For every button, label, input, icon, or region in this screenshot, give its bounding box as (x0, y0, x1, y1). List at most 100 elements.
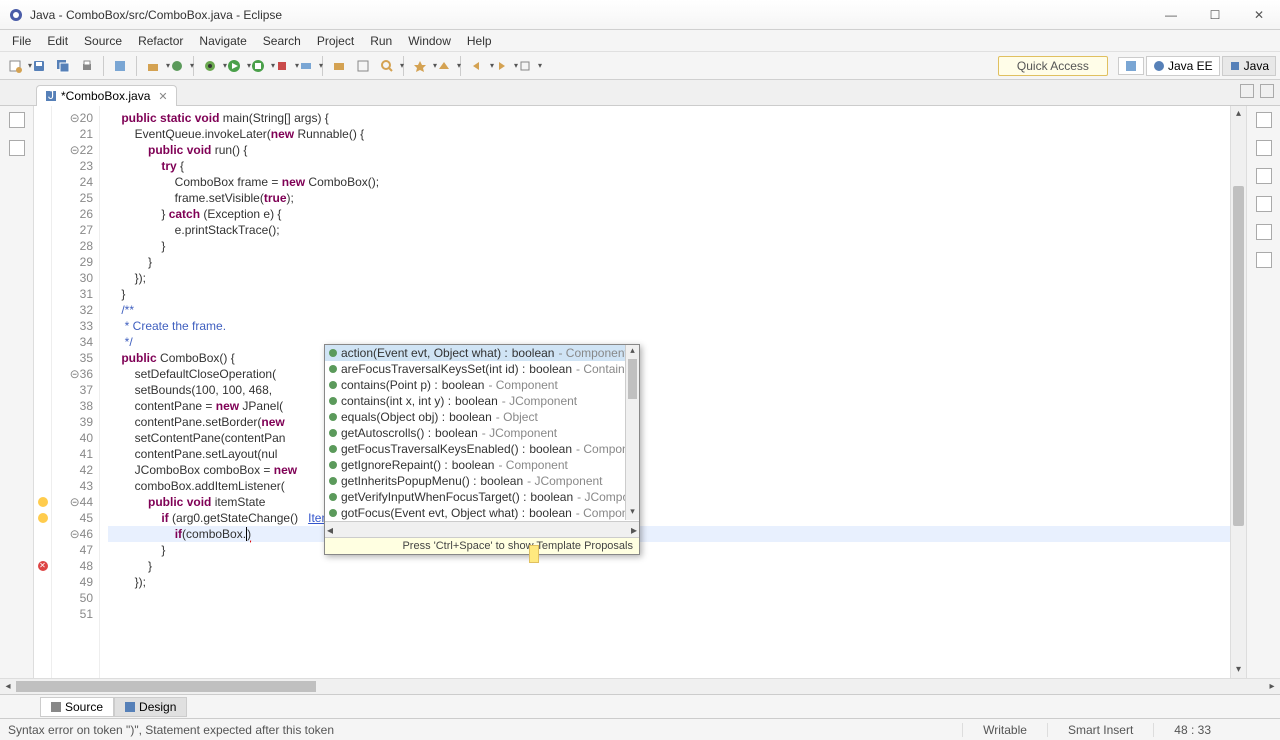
proposal-list[interactable]: action(Event evt, Object what) : boolean… (325, 345, 639, 521)
proposal-item[interactable]: gotFocus(Event evt, Object what) : boole… (325, 505, 639, 521)
menu-refactor[interactable]: Refactor (130, 32, 191, 50)
new-package-button[interactable]: ▾ (142, 55, 164, 77)
line-numbers: ⊝2021⊝2223242526272829303132333435⊝36373… (52, 106, 100, 678)
open-type-button[interactable] (328, 55, 350, 77)
proposal-item[interactable]: contains(Point p) : boolean - Component (325, 377, 639, 393)
open-task-button[interactable] (352, 55, 374, 77)
status-writable: Writable (962, 723, 1047, 737)
editor-tab-combobox[interactable]: J *ComboBox.java ✕ (36, 85, 177, 106)
status-cursor-pos: 48 : 33 (1153, 723, 1231, 737)
run-button[interactable]: ▾ (223, 55, 245, 77)
window-title: Java - ComboBox/src/ComboBox.java - Ecli… (30, 8, 1158, 22)
last-edit-button[interactable]: ▾ (514, 55, 536, 77)
outline-icon[interactable] (1256, 140, 1272, 156)
scroll-up-icon[interactable]: ▴ (626, 345, 639, 359)
svg-text:J: J (48, 90, 54, 102)
app-icon (8, 7, 24, 23)
debug-button[interactable]: ▾ (199, 55, 221, 77)
run-last-button[interactable]: ▾ (247, 55, 269, 77)
toggle-mark-button[interactable]: ▾ (409, 55, 431, 77)
menu-bar: File Edit Source Refactor Navigate Searc… (0, 30, 1280, 52)
save-all-button[interactable] (52, 55, 74, 77)
proposal-item[interactable]: getVerifyInputWhenFocusTarget() : boolea… (325, 489, 639, 505)
task-list-icon[interactable] (1256, 168, 1272, 184)
proposal-item[interactable]: getAutoscrolls() : boolean - JComponent (325, 425, 639, 441)
scroll-thumb[interactable] (1233, 186, 1244, 526)
menu-search[interactable]: Search (255, 32, 309, 50)
new-class-button[interactable]: ▾ (166, 55, 188, 77)
ext-tools-button[interactable]: ▾ (271, 55, 293, 77)
quick-access[interactable]: Quick Access (998, 56, 1108, 76)
marker-bar[interactable]: ✕ (34, 106, 52, 678)
forward-button[interactable]: ▾ (490, 55, 512, 77)
scroll-left-icon[interactable]: ◂ (327, 523, 333, 537)
package-explorer-icon[interactable] (9, 140, 25, 156)
code-area[interactable]: public static void main(String[] args) {… (100, 106, 1230, 678)
restore-view-button-right[interactable] (1256, 112, 1272, 128)
scroll-right-icon[interactable]: ▸ (631, 523, 637, 537)
new-button[interactable]: ▾ (4, 55, 26, 77)
vertical-scrollbar[interactable]: ▴ ▾ (1230, 106, 1246, 678)
tab-design[interactable]: Design (114, 697, 187, 717)
editor-mode-tabs: Source Design (0, 694, 1280, 718)
declaration-icon[interactable] (1256, 224, 1272, 240)
save-button[interactable] (28, 55, 50, 77)
scroll-left-icon[interactable]: ◂ (0, 679, 16, 694)
popup-hscroll[interactable]: ◂▸ (325, 521, 639, 537)
scroll-down-icon[interactable]: ▾ (626, 506, 639, 520)
close-icon[interactable]: ✕ (158, 90, 167, 103)
restore-view-button[interactable] (9, 112, 25, 128)
scroll-up-icon[interactable]: ▴ (1231, 106, 1246, 122)
minimize-view-button[interactable] (1240, 84, 1254, 98)
menu-window[interactable]: Window (400, 32, 459, 50)
menu-edit[interactable]: Edit (39, 32, 76, 50)
maximize-button[interactable]: ☐ (1202, 5, 1228, 25)
menu-source[interactable]: Source (76, 32, 130, 50)
proposal-item[interactable]: equals(Object obj) : boolean - Object (325, 409, 639, 425)
java-file-icon: J (45, 90, 57, 102)
proposal-item[interactable]: getIgnoreRepaint() : boolean - Component (325, 457, 639, 473)
menu-project[interactable]: Project (309, 32, 362, 50)
popup-hint: Press 'Ctrl+Space' to show Template Prop… (325, 537, 639, 554)
popup-vscroll[interactable]: ▴ ▾ (625, 345, 639, 520)
proposal-item[interactable]: getFocusTraversalKeysEnabled() : boolean… (325, 441, 639, 457)
scroll-thumb[interactable] (16, 681, 316, 692)
build-button[interactable] (109, 55, 131, 77)
close-button[interactable]: ✕ (1246, 5, 1272, 25)
back-button[interactable]: ▾ (466, 55, 488, 77)
proposal-item[interactable]: areFocusTraversalKeysSet(int id) : boole… (325, 361, 639, 377)
scroll-right-icon[interactable]: ▸ (1264, 679, 1280, 694)
right-trim (1246, 106, 1280, 678)
editor-tab-bar: J *ComboBox.java ✕ (0, 80, 1280, 106)
proposal-item[interactable]: getInheritsPopupMenu() : boolean - JComp… (325, 473, 639, 489)
status-insert-mode: Smart Insert (1047, 723, 1153, 737)
proposal-item[interactable]: contains(int x, int y) : boolean - JComp… (325, 393, 639, 409)
next-annotation-button[interactable]: ▾ (433, 55, 455, 77)
perspective-java[interactable]: Java (1222, 56, 1276, 76)
open-perspective-button[interactable] (1118, 57, 1144, 75)
status-bar: Syntax error on token ")", Statement exp… (0, 718, 1280, 740)
menu-help[interactable]: Help (459, 32, 500, 50)
problems-icon[interactable] (1256, 196, 1272, 212)
print-button[interactable] (76, 55, 98, 77)
title-bar: Java - ComboBox/src/ComboBox.java - Ecli… (0, 0, 1280, 30)
minimize-button[interactable]: — (1158, 5, 1184, 25)
tab-source[interactable]: Source (40, 697, 114, 717)
menu-run[interactable]: Run (362, 32, 400, 50)
toolbar: ▾ ▾ ▾ ▾ ▾ ▾ ▾ ▾ ▾ ▾ ▾ ▾ ▾ ▾ Quick Access… (0, 52, 1280, 80)
scroll-down-icon[interactable]: ▾ (1231, 662, 1246, 678)
tab-label: *ComboBox.java (61, 89, 150, 103)
maximize-view-button[interactable] (1260, 84, 1274, 98)
proposal-item[interactable]: action(Event evt, Object what) : boolean… (325, 345, 639, 361)
perspective-java-ee[interactable]: Java EE (1146, 56, 1220, 76)
javadoc-icon[interactable] (1256, 252, 1272, 268)
horizontal-scrollbar[interactable]: ◂ ▸ (0, 678, 1280, 694)
scroll-thumb[interactable] (628, 359, 637, 399)
left-trim (0, 106, 34, 678)
menu-file[interactable]: File (4, 32, 39, 50)
search-button[interactable]: ▾ (376, 55, 398, 77)
editor[interactable]: ✕ ⊝2021⊝2223242526272829303132333435⊝363… (34, 106, 1246, 678)
new-server-button[interactable]: ▾ (295, 55, 317, 77)
text-cursor-highlight (529, 545, 539, 563)
menu-navigate[interactable]: Navigate (191, 32, 254, 50)
